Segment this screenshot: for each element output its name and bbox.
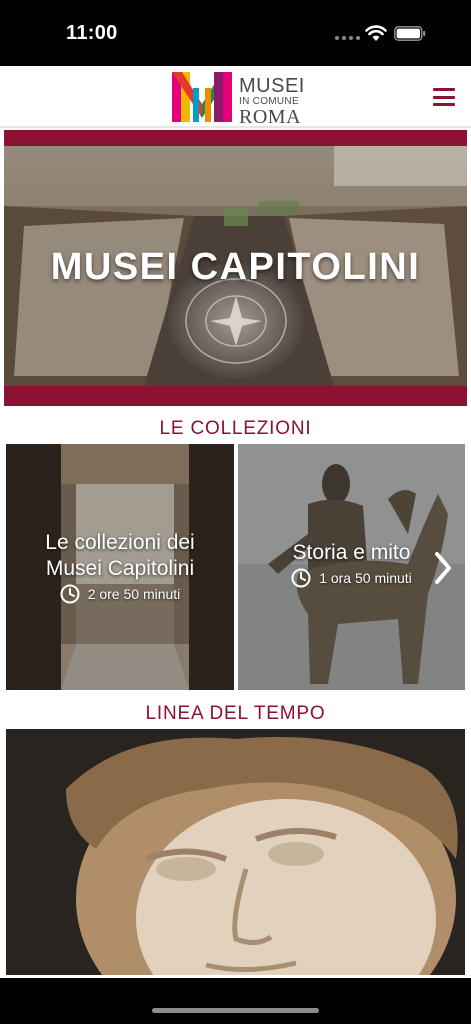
chevron-right-icon[interactable]: [433, 550, 453, 586]
logo-line-roma: ROMA: [239, 106, 302, 128]
card-title-line2: Musei Capitolini: [45, 557, 195, 580]
card-duration-text: 2 ore 50 minuti: [87, 586, 181, 602]
home-indicator[interactable]: [152, 1008, 319, 1013]
timeline-image-marble-head[interactable]: [6, 729, 465, 975]
card-image-equestrian-statue: [238, 444, 465, 690]
status-bar: 11:00: [0, 0, 471, 66]
card-title: Le collezioni dei Musei Capitolini: [6, 530, 234, 582]
card-duration-text: 1 ora 50 minuti: [319, 570, 412, 586]
hero-banner[interactable]: MUSEI CAPITOLINI: [4, 130, 467, 406]
logo-text: MUSEI IN COMUNE ROMA: [239, 76, 305, 127]
logo-line-musei: MUSEI: [239, 75, 305, 97]
collection-card[interactable]: Le collezioni dei Musei Capitolini 2 ore…: [6, 444, 234, 690]
card-title: Storia e mito: [292, 541, 411, 564]
status-time: 11:00: [66, 22, 118, 44]
clock-icon: [60, 584, 80, 604]
app-header: MUSEI IN COMUNE ROMA: [0, 66, 471, 128]
card-title-line1: Le collezioni dei: [45, 531, 195, 554]
card-duration: 2 ore 50 minuti: [6, 584, 234, 604]
signal-icon: [335, 36, 360, 40]
clock-icon: [291, 568, 311, 588]
section-title-linea-del-tempo: LINEA DEL TEMPO: [145, 703, 326, 724]
musei-logo-icon[interactable]: [170, 70, 234, 124]
battery-icon: [394, 26, 426, 41]
hero-title: MUSEI CAPITOLINI: [50, 246, 421, 288]
main-content: MUSEI CAPITOLINI LE COLLEZIONI Le collez…: [0, 128, 471, 978]
card-duration: 1 ora 50 minuti: [238, 568, 465, 588]
collection-card[interactable]: Storia e mito 1 ora 50 minuti: [238, 444, 465, 690]
hamburger-menu-icon[interactable]: [433, 88, 455, 106]
app-screen: 11:00 MUSEI IN COMUNE ROMA MUSEI CAPITOL…: [0, 0, 471, 1024]
wifi-icon: [365, 25, 387, 41]
bottom-bar: [0, 978, 471, 1024]
section-title-collezioni: LE COLLEZIONI: [159, 418, 312, 439]
